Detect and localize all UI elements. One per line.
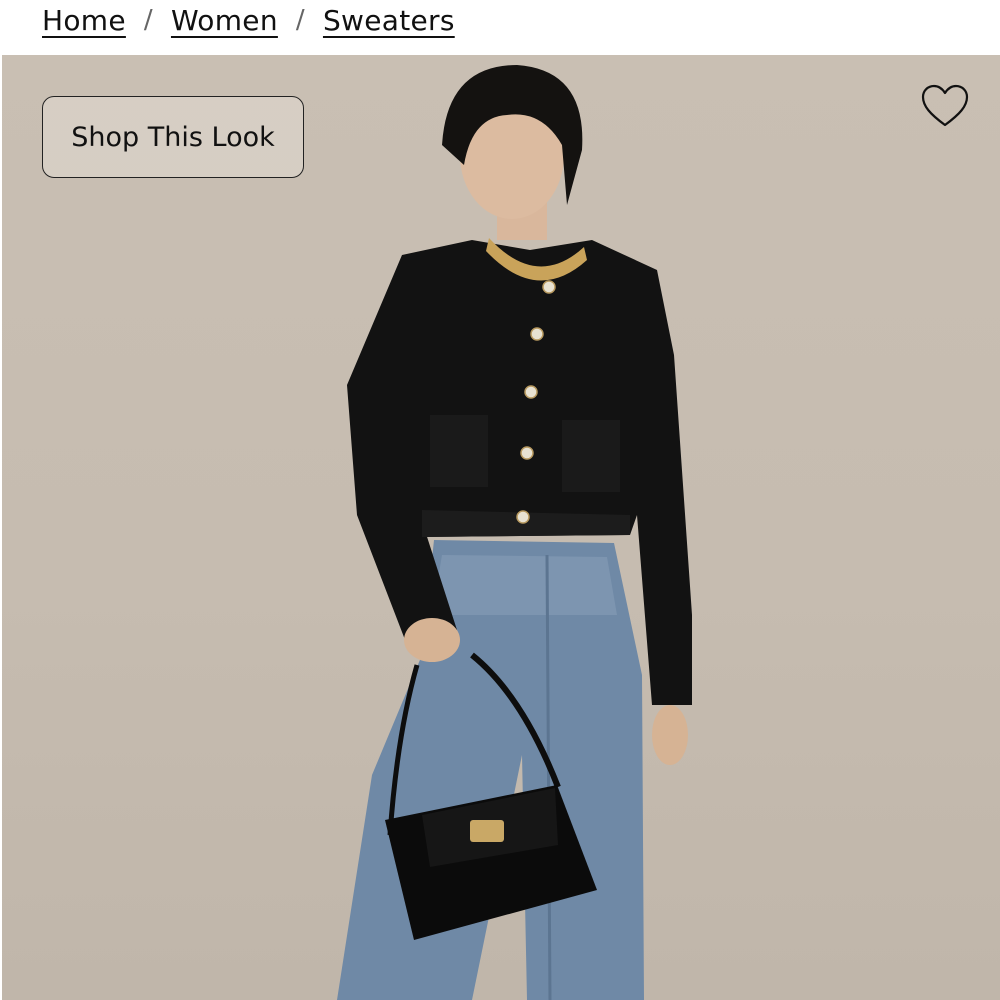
breadcrumb-women-link[interactable]: Women bbox=[171, 4, 278, 37]
breadcrumb-separator: / bbox=[295, 5, 305, 35]
breadcrumb-sweaters-link[interactable]: Sweaters bbox=[323, 4, 455, 37]
model-photo bbox=[337, 65, 692, 1000]
product-hero-image[interactable]: Shop This Look bbox=[2, 55, 1000, 1000]
heart-icon[interactable] bbox=[920, 83, 970, 129]
shop-this-look-button[interactable]: Shop This Look bbox=[42, 96, 304, 178]
breadcrumb: Home / Women / Sweaters bbox=[42, 0, 455, 40]
breadcrumb-home-link[interactable]: Home bbox=[42, 4, 126, 37]
breadcrumb-separator: / bbox=[143, 5, 153, 35]
